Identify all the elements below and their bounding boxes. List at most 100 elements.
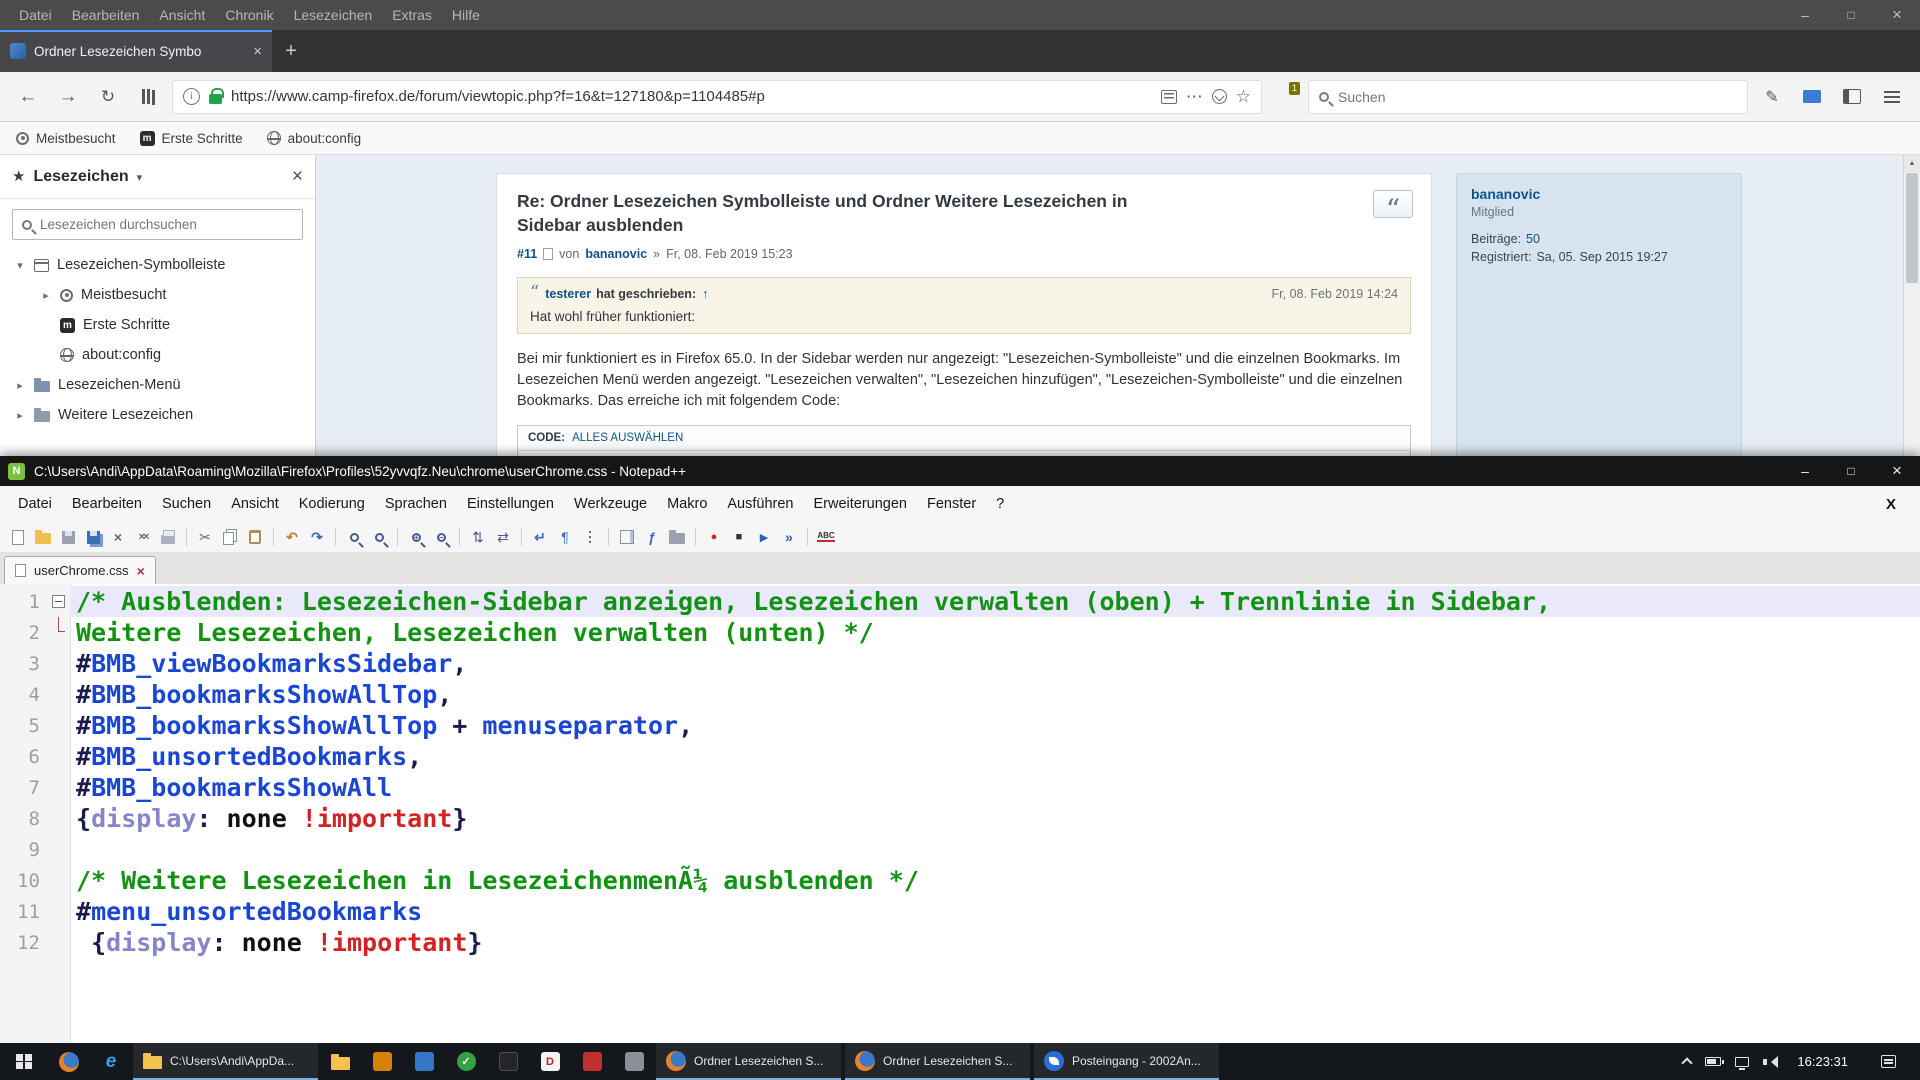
- twisty-icon[interactable]: [14, 409, 26, 422]
- sidebar-item-erste-schritte[interactable]: Erste Schritte: [0, 310, 315, 340]
- scroll-up-icon[interactable]: [1904, 155, 1920, 172]
- editor-area[interactable]: 1/* Ausblenden: Lesezeichen-Sidebar anze…: [0, 584, 1920, 1043]
- tray-expand-icon[interactable]: [1682, 1057, 1693, 1068]
- menubar-item-makro[interactable]: Makro: [657, 489, 717, 519]
- menubar-item-chronik[interactable]: Chronik: [216, 3, 282, 27]
- menubar-item-lesezeichen[interactable]: Lesezeichen: [285, 3, 382, 27]
- indent-guide-icon[interactable]: [579, 526, 601, 548]
- tab-close-icon[interactable]: [253, 43, 262, 60]
- back-icon[interactable]: [12, 81, 44, 113]
- code-line-1[interactable]: 1/* Ausblenden: Lesezeichen-Sidebar anze…: [0, 586, 1920, 617]
- code-line-7[interactable]: 7#BMB_bookmarksShowAll: [0, 772, 1920, 803]
- twisty-icon[interactable]: [14, 259, 26, 272]
- app-blue-icon[interactable]: [403, 1043, 445, 1080]
- code-line-12[interactable]: 12 {display: none !important}: [0, 927, 1920, 958]
- antivirus-icon[interactable]: [445, 1043, 487, 1080]
- sidebar-item-meistbesucht[interactable]: Meistbesucht: [0, 280, 315, 310]
- stop-macro-icon[interactable]: [728, 526, 750, 548]
- taskbar-button-ordner-lesezeichen-s[interactable]: Ordner Lesezeichen S...: [656, 1043, 841, 1080]
- menubar-item-sprachen[interactable]: Sprachen: [375, 489, 457, 519]
- bookmark-item-about-config[interactable]: about:config: [267, 131, 362, 146]
- code-line-4[interactable]: 4#BMB_bookmarksShowAllTop,: [0, 679, 1920, 710]
- cut-icon[interactable]: [194, 526, 216, 548]
- menu-icon[interactable]: [1876, 81, 1908, 113]
- app-gray-icon[interactable]: [613, 1043, 655, 1080]
- quote-post-button[interactable]: [1373, 190, 1413, 218]
- menubar-item-datei[interactable]: Datei: [10, 3, 61, 27]
- sidebar-item-weitere-lesezeichen[interactable]: Weitere Lesezeichen: [0, 400, 315, 430]
- menubar-item-kodierung[interactable]: Kodierung: [289, 489, 375, 519]
- twisty-icon[interactable]: [40, 289, 52, 302]
- sidebar-item-lesezeichen-men[interactable]: Lesezeichen-Menü: [0, 370, 315, 400]
- sync-scroll-vertical-icon[interactable]: [467, 526, 489, 548]
- sidebar-search[interactable]: [12, 209, 303, 240]
- zoom-out-icon[interactable]: [430, 526, 452, 548]
- url-text[interactable]: https://www.camp-firefox.de/forum/viewto…: [231, 88, 1152, 105]
- menubar-item-ansicht[interactable]: Ansicht: [221, 489, 289, 519]
- reload-icon[interactable]: [92, 81, 124, 113]
- page-actions-icon[interactable]: [1186, 87, 1203, 107]
- minimize-icon[interactable]: [1782, 456, 1828, 486]
- word-wrap-icon[interactable]: [529, 526, 551, 548]
- profile-name-link[interactable]: bananovic: [1471, 186, 1727, 202]
- menubar-item-fenster[interactable]: Fenster: [917, 489, 986, 519]
- record-macro-icon[interactable]: [703, 526, 725, 548]
- bookmark-item-erste-schritte[interactable]: Erste Schritte: [140, 131, 243, 146]
- bookmark-star-icon[interactable]: [1236, 87, 1251, 107]
- code-line-6[interactable]: 6#BMB_unsortedBookmarks,: [0, 741, 1920, 772]
- library-icon[interactable]: [132, 81, 164, 113]
- copy-icon[interactable]: [219, 526, 241, 548]
- paste-icon[interactable]: [244, 526, 266, 548]
- quote-author-link[interactable]: testerer: [545, 287, 591, 301]
- fold-collapse-icon[interactable]: [52, 595, 65, 608]
- post-number-link[interactable]: #11: [517, 247, 537, 261]
- menubar-item-extras[interactable]: Extras: [383, 3, 441, 27]
- page-scrollbar[interactable]: [1903, 155, 1920, 456]
- sidebar-search-input[interactable]: [40, 217, 293, 232]
- sidebar-item-lesezeichen-symbolleiste[interactable]: Lesezeichen-Symbolleiste: [0, 250, 315, 280]
- replace-icon[interactable]: [368, 526, 390, 548]
- sidebar-close-icon[interactable]: [292, 166, 303, 188]
- zoom-in-icon[interactable]: [405, 526, 427, 548]
- close-file-icon[interactable]: [107, 526, 129, 548]
- code-line-9[interactable]: 9: [0, 834, 1920, 865]
- twisty-icon[interactable]: [14, 379, 26, 392]
- ublock-extension-icon[interactable]: 1: [1274, 85, 1296, 109]
- taskbar-button-c-users-andi-appda[interactable]: C:\Users\Andi\AppDa...: [133, 1043, 318, 1080]
- menubar-item-werkzeuge[interactable]: Werkzeuge: [564, 489, 657, 519]
- profile-posts-value[interactable]: 50: [1526, 232, 1540, 246]
- maximize-icon[interactable]: [1828, 456, 1874, 486]
- search-input[interactable]: [1338, 89, 1737, 105]
- chevron-down-icon[interactable]: [137, 168, 143, 186]
- close-icon[interactable]: [1874, 0, 1920, 30]
- explorer-icon[interactable]: [319, 1043, 361, 1080]
- taskbar-button-posteingang-2002an[interactable]: Posteingang - 2002An...: [1034, 1043, 1219, 1080]
- url-bar[interactable]: https://www.camp-firefox.de/forum/viewto…: [172, 80, 1262, 114]
- close-all-icon[interactable]: [132, 526, 154, 548]
- pocket-icon[interactable]: [1212, 89, 1227, 104]
- app-orange-icon[interactable]: [361, 1043, 403, 1080]
- save-all-icon[interactable]: [82, 526, 104, 548]
- run-macro-multiple-icon[interactable]: [778, 526, 800, 548]
- code-line-2[interactable]: 2Weitere Lesezeichen, Lesezeichen verwal…: [0, 617, 1920, 648]
- code-line-8[interactable]: 8{display: none !important}: [0, 803, 1920, 834]
- app-red-icon[interactable]: [571, 1043, 613, 1080]
- reader-mode-icon[interactable]: [1161, 90, 1177, 104]
- tab-close-icon[interactable]: [137, 563, 145, 579]
- undo-icon[interactable]: [281, 526, 303, 548]
- dictionary-icon[interactable]: [529, 1043, 571, 1080]
- menubar-item-ausf-hren[interactable]: Ausführen: [717, 489, 803, 519]
- taskbar-button-ordner-lesezeichen-s[interactable]: Ordner Lesezeichen S...: [845, 1043, 1030, 1080]
- volume-icon[interactable]: [1763, 1056, 1777, 1068]
- code-line-10[interactable]: 10/* Weitere Lesezeichen in Lesezeichenm…: [0, 865, 1920, 896]
- new-tab-button[interactable]: [272, 30, 310, 72]
- function-list-icon[interactable]: [641, 526, 663, 548]
- menubar-item-hilfe[interactable]: Hilfe: [443, 3, 489, 27]
- sidebar-toggle-icon[interactable]: [1836, 81, 1868, 113]
- select-all-link[interactable]: ALLES AUSWÄHLEN: [572, 432, 683, 444]
- forward-icon[interactable]: [52, 81, 84, 113]
- menubar-item-ansicht[interactable]: Ansicht: [150, 3, 214, 27]
- new-file-icon[interactable]: [7, 526, 29, 548]
- menubar-item-bearbeiten[interactable]: Bearbeiten: [62, 489, 152, 519]
- clock[interactable]: 16:23:31: [1791, 1054, 1854, 1069]
